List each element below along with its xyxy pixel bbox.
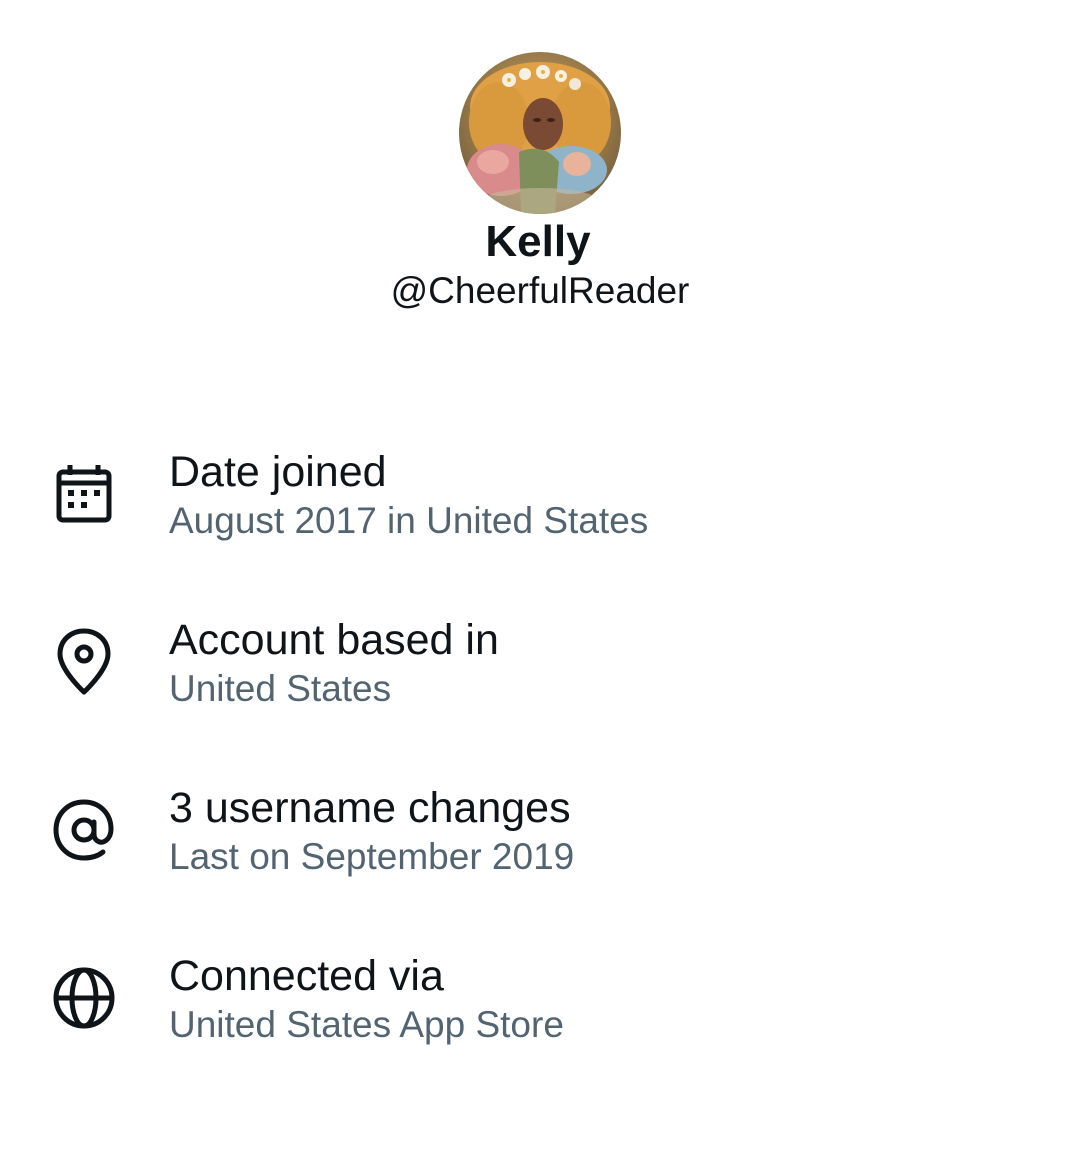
info-subtitle: August 2017 in United States: [169, 500, 649, 541]
info-row-username-changes: 3 username changes Last on September 201…: [0, 782, 1080, 902]
location-pin-icon: [48, 626, 120, 698]
info-title: 3 username changes: [169, 784, 571, 832]
info-title: Account based in: [169, 616, 499, 664]
info-subtitle: United States: [169, 668, 392, 709]
info-subtitle: Last on September 2019: [169, 836, 575, 877]
display-name: Kelly: [485, 217, 591, 266]
globe-icon: [48, 962, 120, 1034]
info-row-account-based-in: Account based in United States: [0, 614, 1080, 734]
calendar-icon: [48, 458, 120, 530]
avatar[interactable]: [459, 52, 621, 214]
username-handle: @CheerfulReader: [390, 270, 690, 311]
info-subtitle: United States App Store: [169, 1004, 564, 1045]
at-sign-icon: [48, 794, 120, 866]
avatar-image: [459, 52, 621, 214]
info-row-date-joined: Date joined August 2017 in United States: [0, 446, 1080, 566]
info-title: Date joined: [169, 448, 387, 496]
info-row-connected-via: Connected via United States App Store: [0, 950, 1080, 1070]
info-title: Connected via: [169, 952, 444, 1000]
